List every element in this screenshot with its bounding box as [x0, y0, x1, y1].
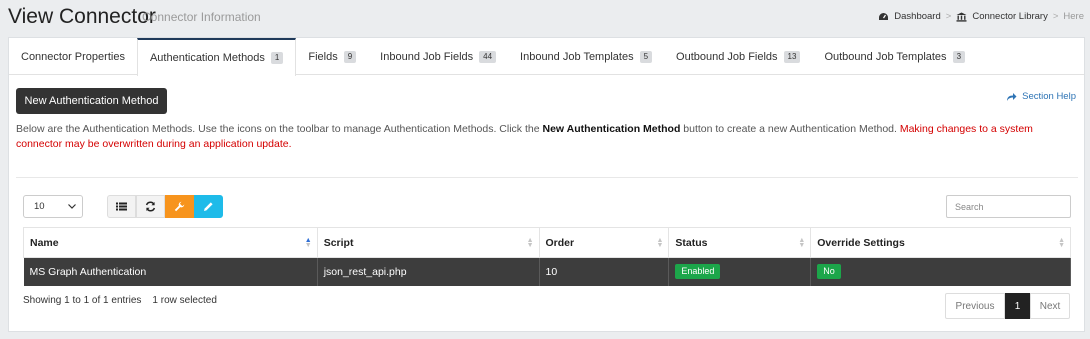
sort-icon: ▲ ▼ [798, 237, 806, 249]
dashboard-icon [879, 12, 889, 20]
divider [16, 177, 1078, 178]
tab-fields[interactable]: Fields 9 [296, 38, 368, 75]
current-page-button[interactable]: 1 [1005, 293, 1030, 319]
tab-outbound-job-fields[interactable]: Outbound Job Fields 13 [664, 38, 812, 75]
tab-inbound-job-templates[interactable]: Inbound Job Templates 5 [508, 38, 664, 75]
table-row[interactable]: MS Graph Authentication json_rest_api.ph… [23, 257, 1071, 286]
description-part: Below are the Authentication Methods. Us… [16, 123, 543, 135]
count-badge: 5 [639, 50, 653, 63]
column-header-label: Name [30, 236, 59, 249]
pencil-icon [204, 202, 213, 211]
count-badge: 13 [783, 50, 801, 63]
description-bold: New Authentication Method [542, 123, 681, 135]
column-visibility-button[interactable] [107, 195, 136, 218]
tab-label: Connector Properties [21, 50, 125, 63]
sort-icon: ▲ ▼ [304, 237, 312, 249]
column-header-status[interactable]: Status ▲ ▼ [668, 227, 812, 258]
table-info: Showing 1 to 1 of 1 entries 1 row select… [23, 295, 217, 306]
tab-label: Authentication Methods [149, 52, 265, 64]
wrench-icon [174, 201, 185, 212]
library-icon [956, 12, 967, 22]
cell-override-settings: No [810, 257, 1071, 286]
list-icon [116, 202, 127, 211]
page-header: View Connector Connector Information Das… [0, 0, 1090, 36]
entries-info: Showing 1 to 1 of 1 entries [23, 295, 142, 306]
content-panel: Connector Properties Authentication Meth… [8, 37, 1085, 332]
column-header-order[interactable]: Order ▲ ▼ [538, 227, 670, 258]
override-badge: No [817, 264, 841, 280]
tab-authentication-methods[interactable]: Authentication Methods 1 [136, 38, 297, 76]
breadcrumb-connector-library[interactable]: Connector Library [972, 11, 1048, 22]
chevron-down-icon [68, 204, 76, 209]
column-header-label: Status [675, 236, 708, 249]
tab-label: Inbound Job Templates [520, 50, 634, 63]
breadcrumb-separator: > [1052, 11, 1059, 22]
page-length-value: 10 [34, 201, 45, 212]
refresh-button[interactable] [136, 195, 165, 218]
description-part: button to create a new Authentication Me… [680, 123, 900, 135]
search-input[interactable] [946, 195, 1071, 218]
cell-name: MS Graph Authentication [23, 257, 318, 286]
authentication-methods-table: Name ▲ ▼ Script ▲ ▼ Order ▲ ▼ Status ▲ ▼ Overrid… [23, 227, 1071, 286]
status-badge: Enabled [675, 264, 721, 280]
tab-inbound-job-fields[interactable]: Inbound Job Fields 44 [368, 38, 508, 75]
configure-button[interactable] [165, 195, 194, 218]
new-authentication-method-button[interactable]: New Authentication Method [16, 88, 167, 114]
tab-outbound-job-templates[interactable]: Outbound Job Templates 3 [812, 38, 977, 75]
column-header-label: Script [323, 236, 354, 249]
description-text: Below are the Authentication Methods. Us… [16, 122, 1066, 152]
refresh-icon [145, 201, 156, 212]
cell-order: 10 [539, 257, 670, 286]
count-badge: 1 [270, 52, 284, 64]
selection-info: 1 row selected [152, 295, 217, 306]
breadcrumb-separator: > [945, 11, 952, 22]
next-page-button[interactable]: Next [1030, 293, 1070, 319]
column-header-override-settings[interactable]: Override Settings ▲ ▼ [810, 227, 1071, 258]
table-toolbar [107, 195, 223, 218]
column-header-label: Order [545, 236, 575, 249]
page-subtitle: Connector Information [142, 10, 261, 24]
previous-page-button[interactable]: Previous [945, 293, 1005, 319]
tab-connector-properties[interactable]: Connector Properties [9, 38, 137, 75]
section-help-label: Section Help [1022, 91, 1076, 102]
tab-label: Outbound Job Fields [676, 50, 778, 63]
count-badge: 9 [343, 50, 357, 63]
column-header-name[interactable]: Name ▲ ▼ [23, 227, 318, 258]
breadcrumb-dashboard[interactable]: Dashboard [894, 11, 940, 22]
breadcrumb: Dashboard > Connector Library > Here [878, 11, 1084, 22]
cell-script: json_rest_api.php [317, 257, 540, 286]
sort-icon: ▲ ▼ [1058, 237, 1065, 249]
breadcrumb-current: Here [1063, 11, 1084, 22]
count-badge: 44 [479, 50, 497, 63]
table-header-row: Name ▲ ▼ Script ▲ ▼ Order ▲ ▼ Status ▲ ▼ Overrid… [23, 227, 1071, 258]
tab-label: Fields [308, 50, 338, 63]
tab-label: Inbound Job Fields [380, 50, 474, 63]
sort-icon: ▲ ▼ [526, 237, 534, 249]
page-title: View Connector [8, 5, 156, 28]
tab-label: Outbound Job Templates [824, 50, 947, 63]
edit-button[interactable] [194, 195, 223, 218]
count-badge: 3 [952, 50, 966, 63]
share-arrow-icon [1007, 92, 1017, 101]
tab-bar: Connector Properties Authentication Meth… [9, 38, 1084, 76]
page-length-select[interactable]: 10 [23, 195, 83, 218]
section-help-link[interactable]: Section Help [1006, 91, 1076, 102]
pagination: Previous 1 Next [945, 293, 1070, 319]
sort-icon: ▲ ▼ [656, 237, 664, 249]
cell-status: Enabled [668, 257, 812, 286]
column-header-script[interactable]: Script ▲ ▼ [316, 227, 540, 258]
column-header-label: Override Settings [817, 236, 905, 249]
